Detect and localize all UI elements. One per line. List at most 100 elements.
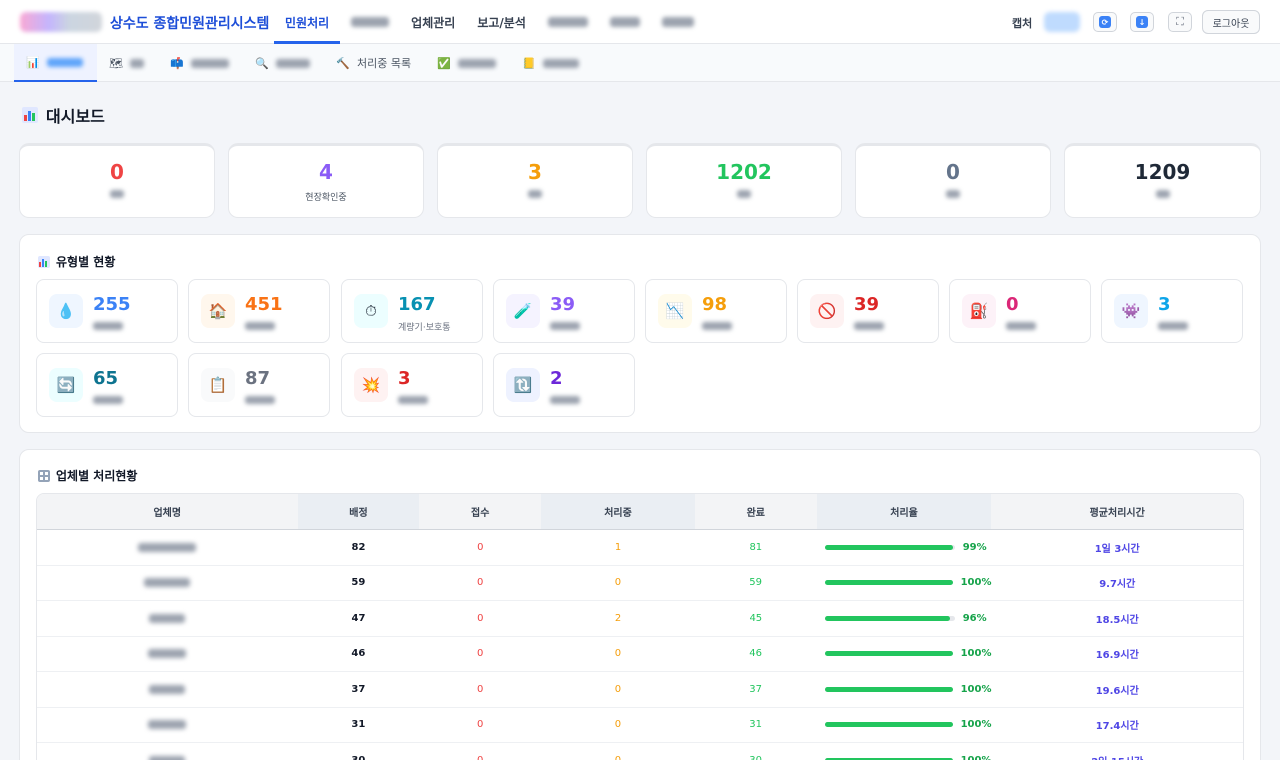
type-card[interactable]: 👾 3 xyxy=(1101,279,1243,343)
capture-refresh-button[interactable]: ⟳ xyxy=(1093,12,1117,32)
rate-track xyxy=(824,722,953,728)
rate-bar: 96% xyxy=(817,613,992,624)
fullscreen-button[interactable]: ⛶ xyxy=(1168,12,1192,32)
table-row[interactable]: 82 0 1 81 99% 1일 3시간 xyxy=(37,530,1243,566)
top-menu-complaint-processing[interactable]: 민원처리 xyxy=(274,0,341,44)
tab-in-progress-list[interactable]: 🔨 처리중 목록 xyxy=(324,44,425,82)
rate-cell: 99% xyxy=(817,530,992,565)
table-row[interactable]: 47 0 2 45 96% 18.5시간 xyxy=(37,601,1243,637)
tab-notes[interactable]: 📒 xyxy=(510,44,593,82)
capture-toggle[interactable] xyxy=(1044,12,1080,32)
table-row[interactable]: 300030100%2일 15시간 xyxy=(37,743,1243,760)
company-name xyxy=(149,613,186,623)
type-card[interactable]: 📋 87 xyxy=(188,353,330,417)
water-drop-icon: 💧 xyxy=(49,294,83,328)
top-menu-item-5[interactable] xyxy=(537,0,599,44)
type-card[interactable]: 💧 255 xyxy=(36,279,178,343)
rate-cell: 100% xyxy=(817,672,992,707)
hammer-icon: 🔨 xyxy=(336,56,350,70)
company-name-cell xyxy=(37,566,298,601)
done-cell: 46 xyxy=(749,648,762,660)
col-rate[interactable]: 처리율 xyxy=(816,494,992,529)
stat-card-3[interactable]: 3 xyxy=(437,143,633,218)
in-progress-cell: 0 xyxy=(614,719,622,731)
top-menu-company-management[interactable]: 업체관리 xyxy=(400,0,466,44)
rate-cell: 96% xyxy=(817,601,992,636)
search-icon: 🔍 xyxy=(255,56,269,70)
col-received[interactable]: 접수 xyxy=(419,494,541,529)
stat-card-5[interactable]: 0 xyxy=(855,143,1051,218)
top-menu-item-5-label xyxy=(547,17,588,27)
rate-bar: 100% xyxy=(817,648,992,659)
stat-card-1[interactable]: 0 xyxy=(19,143,215,218)
tab-map[interactable]: 🗺 xyxy=(97,44,158,82)
logout-button[interactable]: 로그아웃 xyxy=(1202,10,1260,34)
rate-fill xyxy=(824,686,953,692)
stat-card-4[interactable]: 1202 xyxy=(646,143,842,218)
rate-percent: 100% xyxy=(960,648,992,660)
type-card[interactable]: ⏱ 167 계량기·보호통 xyxy=(341,279,483,343)
type-card[interactable]: 🏠 451 xyxy=(188,279,330,343)
stat-card-total[interactable]: 1209 xyxy=(1064,143,1261,218)
rate-fill xyxy=(824,615,950,621)
type-card[interactable]: 📉 98 xyxy=(645,279,787,343)
stat-card-field-check[interactable]: 4 현장확인중 xyxy=(228,143,424,218)
col-assigned[interactable]: 배정 xyxy=(297,494,420,529)
in-progress-cell: 0 xyxy=(614,648,622,660)
stat-value: 1202 xyxy=(716,160,772,184)
type-card[interactable]: 💥 3 xyxy=(341,353,483,417)
col-done[interactable]: 완료 xyxy=(695,494,817,529)
type-label xyxy=(854,322,884,330)
type-card[interactable]: 🔃 2 xyxy=(493,353,635,417)
type-label xyxy=(550,396,580,404)
type-label xyxy=(245,396,275,404)
table-row[interactable]: 31 0 0 31 100% 17.4시간 xyxy=(37,707,1243,743)
rate-bar: 99% xyxy=(817,542,992,553)
col-company-name[interactable]: 업체명 xyxy=(37,494,298,529)
type-count: 3 xyxy=(1158,294,1171,315)
col-in-progress[interactable]: 처리중 xyxy=(541,494,695,529)
company-name xyxy=(149,755,186,760)
rate-track xyxy=(824,544,955,550)
stat-value: 4 xyxy=(319,160,333,184)
type-card[interactable]: 🔄 65 xyxy=(36,353,178,417)
type-label xyxy=(1006,322,1036,330)
tab-dashboard[interactable]: 📊 xyxy=(14,44,97,82)
top-menu-report-analysis[interactable]: 보고/분석 xyxy=(466,0,537,44)
tab-completed[interactable]: ✅ xyxy=(425,44,510,82)
rate-fill xyxy=(824,722,953,728)
type-count: 39 xyxy=(854,294,880,315)
tab-reception[interactable]: 📫 xyxy=(158,44,243,82)
logo[interactable] xyxy=(20,12,102,32)
rate-percent: 96% xyxy=(962,612,987,624)
download-button[interactable]: ↓ xyxy=(1130,12,1154,32)
table-row[interactable]: 37 0 0 37 100% 19.6시간 xyxy=(37,672,1243,708)
tab-search[interactable]: 🔍 xyxy=(243,44,324,82)
note-icon: 📒 xyxy=(522,56,536,70)
company-name-cell xyxy=(37,743,298,760)
type-card[interactable]: 🚫 39 xyxy=(797,279,939,343)
in-progress-cell: 0 xyxy=(614,577,622,589)
top-menu-item-2[interactable] xyxy=(340,0,400,44)
company-name xyxy=(138,542,197,552)
table-row[interactable]: 59 0 0 59 100% 9.7시간 xyxy=(37,565,1243,601)
company-status-title: 업체별 처리현황 xyxy=(38,467,137,484)
type-count: 65 xyxy=(93,368,119,389)
table-row[interactable]: 46 0 0 46 100% 16.9시간 xyxy=(37,636,1243,672)
top-menu-item-7[interactable] xyxy=(651,0,705,44)
type-card[interactable]: 🧪 39 xyxy=(493,279,635,343)
company-name xyxy=(149,684,186,694)
stat-value: 0 xyxy=(946,160,960,184)
prohibited-icon: 🚫 xyxy=(810,294,844,328)
tab-search-label xyxy=(276,58,310,68)
assigned-cell: 30 xyxy=(298,743,420,760)
fullscreen-icon: ⛶ xyxy=(1176,15,1184,28)
col-avg-time[interactable]: 평균처리시간 xyxy=(991,494,1243,529)
top-menu-item-6[interactable] xyxy=(599,0,651,44)
download-icon: ↓ xyxy=(1136,16,1148,28)
clipboard-icon: 📋 xyxy=(201,368,235,402)
rate-cell: 100% xyxy=(817,708,992,743)
app-title[interactable]: 상수도 종합민원관리시스템 xyxy=(110,13,269,33)
map-icon: 🗺 xyxy=(109,56,123,70)
type-card[interactable]: ⛽ 0 xyxy=(949,279,1091,343)
